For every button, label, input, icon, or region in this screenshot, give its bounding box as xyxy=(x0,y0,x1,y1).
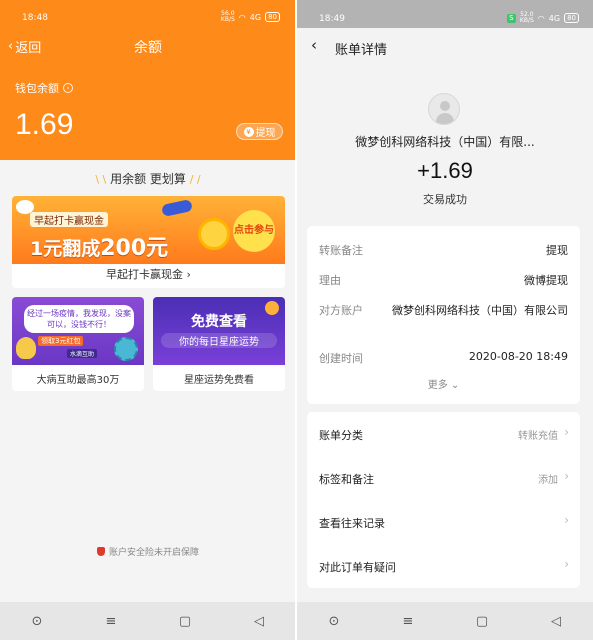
detail-card: 转账备注 提现 理由 微博提现 对方账户 微梦创科网络科技（中国）有限公司 创建… xyxy=(307,226,580,404)
horoscope-card[interactable]: 免费查看 你的每日星座运势 星座运势免费看 xyxy=(153,297,285,391)
horoscope-subtitle: 你的每日星座运势 xyxy=(161,333,277,348)
promo-caption: 星座运势免费看 xyxy=(184,375,254,386)
nav-bar: ‹ 返回 余额 xyxy=(0,34,296,58)
signal-icon: 4G xyxy=(249,12,262,22)
red-packet-tag: 领取3元红包 xyxy=(38,336,84,346)
banner-headline: 1元翻成200元 xyxy=(30,236,169,261)
page-title: 余额 xyxy=(134,40,162,56)
back-triangle-icon[interactable]: ◁ xyxy=(541,614,571,629)
sparkle-icon: \ \ xyxy=(95,173,107,186)
status-bar: 18:48 56.0 KB/S ◠ 4G 80 xyxy=(0,0,296,26)
status-bar: 18:49 S 52.0 KB/S ◠ 4G 80 xyxy=(297,0,593,28)
more-button[interactable]: 更多 ⌄ xyxy=(307,376,580,391)
system-nav-bar: ⊙ ≡ ▢ ◁ xyxy=(0,602,296,640)
virus-icon xyxy=(114,337,138,361)
status-icons: S 52.0 KB/S ◠ 4G 80 xyxy=(506,11,579,24)
join-button[interactable]: 点击参与 xyxy=(233,210,275,252)
nav-bar: ‹ 账单详情 xyxy=(297,28,593,68)
early-checkin-card[interactable]: 早起打卡赢现金 1元翻成200元 点击参与 早起打卡赢现金 › xyxy=(12,196,285,288)
menu-icon[interactable]: ≡ xyxy=(393,614,423,629)
section-title: \ \ 用余额 更划算 / / xyxy=(95,172,201,186)
menu-item-order-question[interactable]: 对此订单有疑问 › xyxy=(307,544,580,588)
chevron-left-icon: ‹ xyxy=(311,36,317,54)
wifi-icon: ◠ xyxy=(537,13,545,23)
mutual-aid-card[interactable]: 经过一场疫情，我发现，没案可以，没钱不行！ 领取3元红包 水滴互助 大病互助最高… xyxy=(12,297,144,391)
chevron-down-icon: ⌄ xyxy=(450,380,460,391)
menu-item-history[interactable]: 查看往来记录 › xyxy=(307,500,580,544)
chevron-right-icon: › xyxy=(564,469,569,483)
merchant-name: 微梦创科网络科技（中国）有限... xyxy=(355,135,535,149)
banner-caption[interactable]: 早起打卡赢现金 › xyxy=(12,266,285,282)
menu-item-bill-category[interactable]: 账单分类 转账充值 › xyxy=(307,412,580,456)
status-time: 18:49 xyxy=(319,14,345,24)
back-triangle-icon[interactable]: ◁ xyxy=(244,614,274,629)
chevron-right-icon: › xyxy=(564,513,569,527)
shuidi-logo: 水滴互助 xyxy=(67,349,98,358)
battery-icon: 80 xyxy=(564,13,579,23)
rocket-icon xyxy=(161,199,193,217)
mascot-icon xyxy=(16,337,36,359)
coin-icon xyxy=(198,218,230,250)
chevron-right-icon: › xyxy=(564,557,569,571)
shield-icon xyxy=(96,547,105,556)
app-notification-icon: S xyxy=(506,13,516,23)
horoscope-title: 免费查看 xyxy=(191,314,247,330)
net-speed: 52.0 KB/S xyxy=(519,11,534,24)
withdraw-button[interactable]: ¥ 提现 xyxy=(236,123,283,140)
battery-icon: 80 xyxy=(265,12,280,22)
balance-header: 18:48 56.0 KB/S ◠ 4G 80 ‹ 返回 余额 钱包余额 › 1… xyxy=(0,0,296,160)
back-button[interactable]: ‹ xyxy=(311,36,317,54)
wifi-icon: ◠ xyxy=(238,12,246,22)
status-time: 18:48 xyxy=(22,13,48,23)
avatar xyxy=(428,93,460,125)
banner-small-title: 早起打卡赢现金 xyxy=(30,212,108,227)
assistant-icon[interactable]: ⊙ xyxy=(22,614,52,629)
bill-detail-screen: 18:49 S 52.0 KB/S ◠ 4G 80 ‹ 账单详情 微梦创科网络科… xyxy=(297,0,593,640)
home-icon[interactable]: ▢ xyxy=(170,614,200,629)
assistant-icon[interactable]: ⊙ xyxy=(319,614,349,629)
balance-amount: 1.69 xyxy=(15,108,74,141)
promo-bubble-text: 经过一场疫情，我发现，没案可以，没钱不行！ xyxy=(24,305,134,333)
early-checkin-banner[interactable]: 早起打卡赢现金 1元翻成200元 点击参与 xyxy=(12,196,285,264)
wallet-balance-label[interactable]: 钱包余额 › xyxy=(15,80,73,96)
safety-note[interactable]: 账户安全险未开启保障 xyxy=(0,545,296,558)
transaction-status: 交易成功 xyxy=(423,193,467,206)
signal-icon: 4G xyxy=(548,13,561,23)
home-icon[interactable]: ▢ xyxy=(467,614,497,629)
promo-caption: 大病互助最高30万 xyxy=(36,375,120,386)
mutual-aid-banner[interactable]: 经过一场疫情，我发现，没案可以，没钱不行！ 领取3元红包 水滴互助 xyxy=(12,297,144,365)
chevron-right-icon: › xyxy=(186,268,191,281)
page-title: 账单详情 xyxy=(335,43,388,58)
menu-item-tags-notes[interactable]: 标签和备注 添加 › xyxy=(307,456,580,500)
chevron-right-icon: › xyxy=(63,83,73,93)
menu-icon[interactable]: ≡ xyxy=(96,614,126,629)
system-nav-bar: ⊙ ≡ ▢ ◁ xyxy=(297,602,593,640)
balance-screen: 18:48 56.0 KB/S ◠ 4G 80 ‹ 返回 余额 钱包余额 › 1… xyxy=(0,0,296,640)
action-menu: 账单分类 转账充值 › 标签和备注 添加 › 查看往来记录 › 对此订单有疑问 … xyxy=(307,412,580,588)
net-speed: 56.0 KB/S xyxy=(220,10,235,23)
chevron-right-icon: › xyxy=(564,425,569,439)
horoscope-banner[interactable]: 免费查看 你的每日星座运势 xyxy=(153,297,285,365)
status-icons: 56.0 KB/S ◠ 4G 80 xyxy=(221,11,280,23)
transaction-amount: +1.69 xyxy=(417,158,473,183)
sparkle-icon: / / xyxy=(189,173,201,186)
yuan-icon: ¥ xyxy=(243,126,254,137)
